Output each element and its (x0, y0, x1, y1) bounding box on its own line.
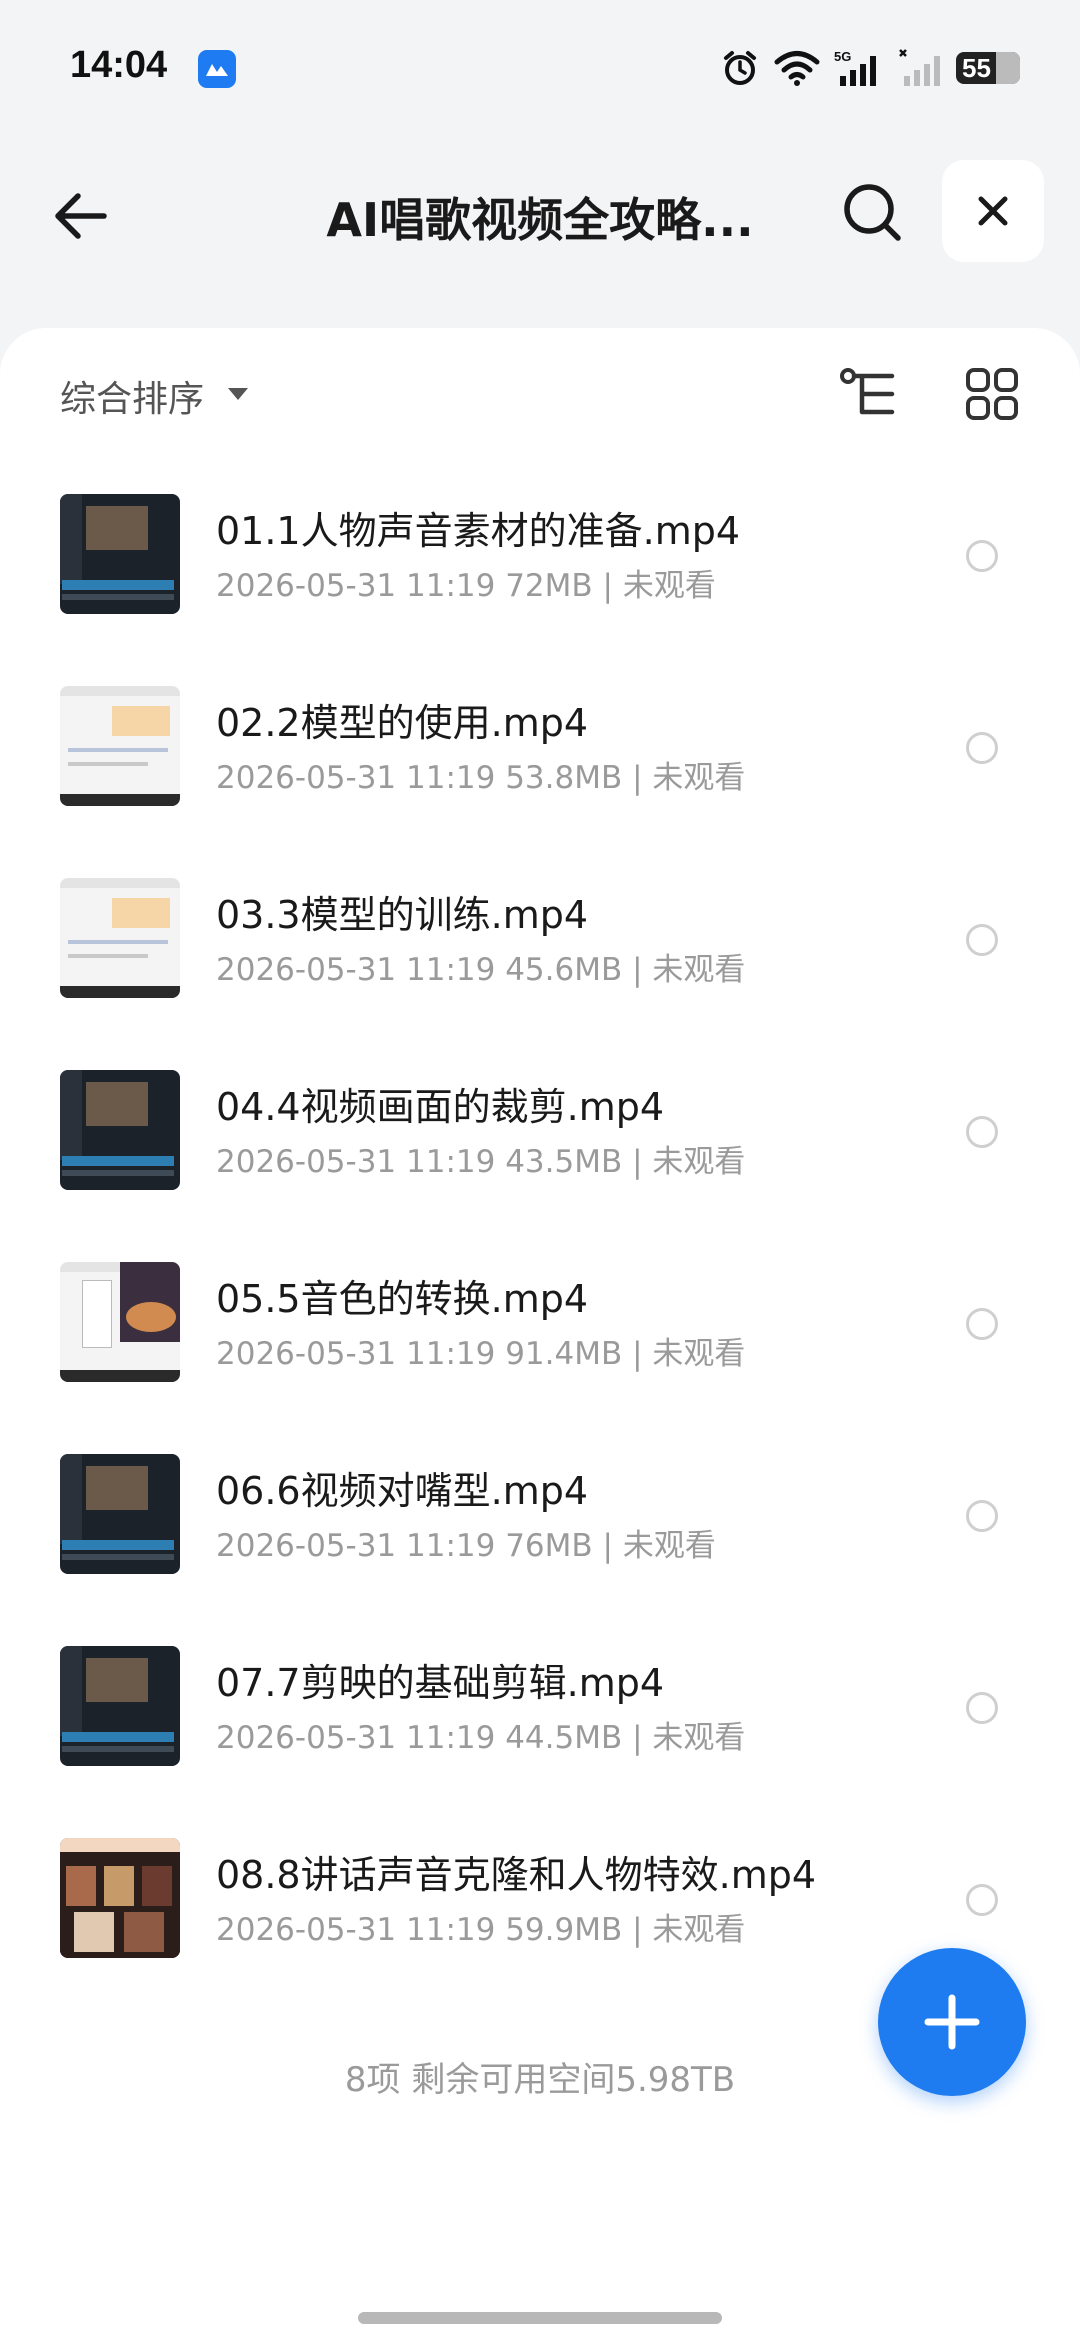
signal-5g-icon: 5G (834, 49, 876, 86)
back-arrow-icon (55, 193, 107, 239)
select-radio[interactable] (966, 1884, 998, 1916)
list-item[interactable]: 05.5音色的转换.mp4 2026-05-31 11:19 91.4MB | … (0, 1234, 1080, 1426)
battery-icon: 55 (956, 52, 1020, 84)
video-thumbnail (60, 1262, 180, 1382)
video-thumbnail (60, 878, 180, 998)
close-button[interactable] (942, 160, 1044, 262)
app-notification-icon (198, 50, 236, 88)
video-thumbnail (60, 686, 180, 806)
list-item[interactable]: 02.2模型的使用.mp4 2026-05-31 11:19 53.8MB | … (0, 658, 1080, 850)
select-radio[interactable] (966, 1692, 998, 1724)
alarm-icon (724, 51, 756, 85)
add-button[interactable] (878, 1948, 1026, 2096)
close-icon (978, 196, 1008, 226)
file-name: 01.1人物声音素材的准备.mp4 (216, 509, 741, 553)
back-button[interactable] (46, 180, 118, 252)
status-bar: 14:04 5G 55 (0, 0, 1080, 140)
sort-toolbar: 综合排序 (0, 328, 1080, 448)
list-item[interactable]: 06.6视频对嘴型.mp4 2026-05-31 11:19 76MB | 未观… (0, 1426, 1080, 1618)
file-meta: 2026-05-31 11:19 91.4MB | 未观看 (216, 1336, 746, 1372)
file-meta: 2026-05-31 11:19 59.9MB | 未观看 (216, 1912, 746, 1948)
video-thumbnail (60, 1070, 180, 1190)
search-icon (844, 184, 901, 241)
select-radio[interactable] (966, 1116, 998, 1148)
file-meta: 2026-05-31 11:19 72MB | 未观看 (216, 568, 716, 604)
search-button[interactable] (836, 176, 908, 248)
file-list: 01.1人物声音素材的准备.mp4 2026-05-31 11:19 72MB … (0, 466, 1080, 2002)
list-item[interactable]: 01.1人物声音素材的准备.mp4 2026-05-31 11:19 72MB … (0, 466, 1080, 658)
status-icons: 5G 55 (720, 44, 1020, 92)
plus-icon (924, 1994, 980, 2050)
video-thumbnail (60, 1646, 180, 1766)
file-name: 02.2模型的使用.mp4 (216, 701, 589, 745)
status-time: 14:04 (70, 44, 168, 86)
tree-view-icon[interactable] (838, 366, 898, 422)
file-meta: 2026-05-31 11:19 76MB | 未观看 (216, 1528, 716, 1564)
list-item[interactable]: 07.7剪映的基础剪辑.mp4 2026-05-31 11:19 44.5MB … (0, 1618, 1080, 1810)
video-thumbnail (60, 1454, 180, 1574)
caret-down-icon[interactable] (228, 388, 248, 400)
list-item[interactable]: 04.4视频画面的裁剪.mp4 2026-05-31 11:19 43.5MB … (0, 1042, 1080, 1234)
header: AI唱歌视频全攻略... (0, 140, 1080, 320)
battery-percent: 55 (962, 52, 991, 83)
video-thumbnail (60, 1838, 180, 1958)
sort-dropdown[interactable]: 综合排序 (60, 370, 204, 422)
select-radio[interactable] (966, 924, 998, 956)
wifi-icon (774, 51, 820, 86)
select-radio[interactable] (966, 1308, 998, 1340)
page-title: AI唱歌视频全攻略... (326, 193, 754, 247)
select-radio[interactable] (966, 540, 998, 572)
file-name: 04.4视频画面的裁剪.mp4 (216, 1085, 665, 1129)
file-meta: 2026-05-31 11:19 53.8MB | 未观看 (216, 760, 746, 796)
file-name: 05.5音色的转换.mp4 (216, 1277, 589, 1321)
file-name: 03.3模型的训练.mp4 (216, 893, 589, 937)
grid-view-icon[interactable] (964, 366, 1020, 422)
select-radio[interactable] (966, 1500, 998, 1532)
home-indicator[interactable] (358, 2312, 722, 2324)
file-name: 06.6视频对嘴型.mp4 (216, 1469, 589, 1513)
video-thumbnail (60, 494, 180, 614)
list-item[interactable]: 03.3模型的训练.mp4 2026-05-31 11:19 45.6MB | … (0, 850, 1080, 1042)
file-name: 07.7剪映的基础剪辑.mp4 (216, 1661, 665, 1705)
signal-weak-icon (899, 49, 940, 86)
file-name: 08.8讲话声音克隆和人物特效.mp4 (216, 1853, 817, 1897)
file-meta: 2026-05-31 11:19 43.5MB | 未观看 (216, 1144, 746, 1180)
svg-text:5G: 5G (834, 49, 851, 64)
file-meta: 2026-05-31 11:19 45.6MB | 未观看 (216, 952, 746, 988)
select-radio[interactable] (966, 732, 998, 764)
file-meta: 2026-05-31 11:19 44.5MB | 未观看 (216, 1720, 746, 1756)
